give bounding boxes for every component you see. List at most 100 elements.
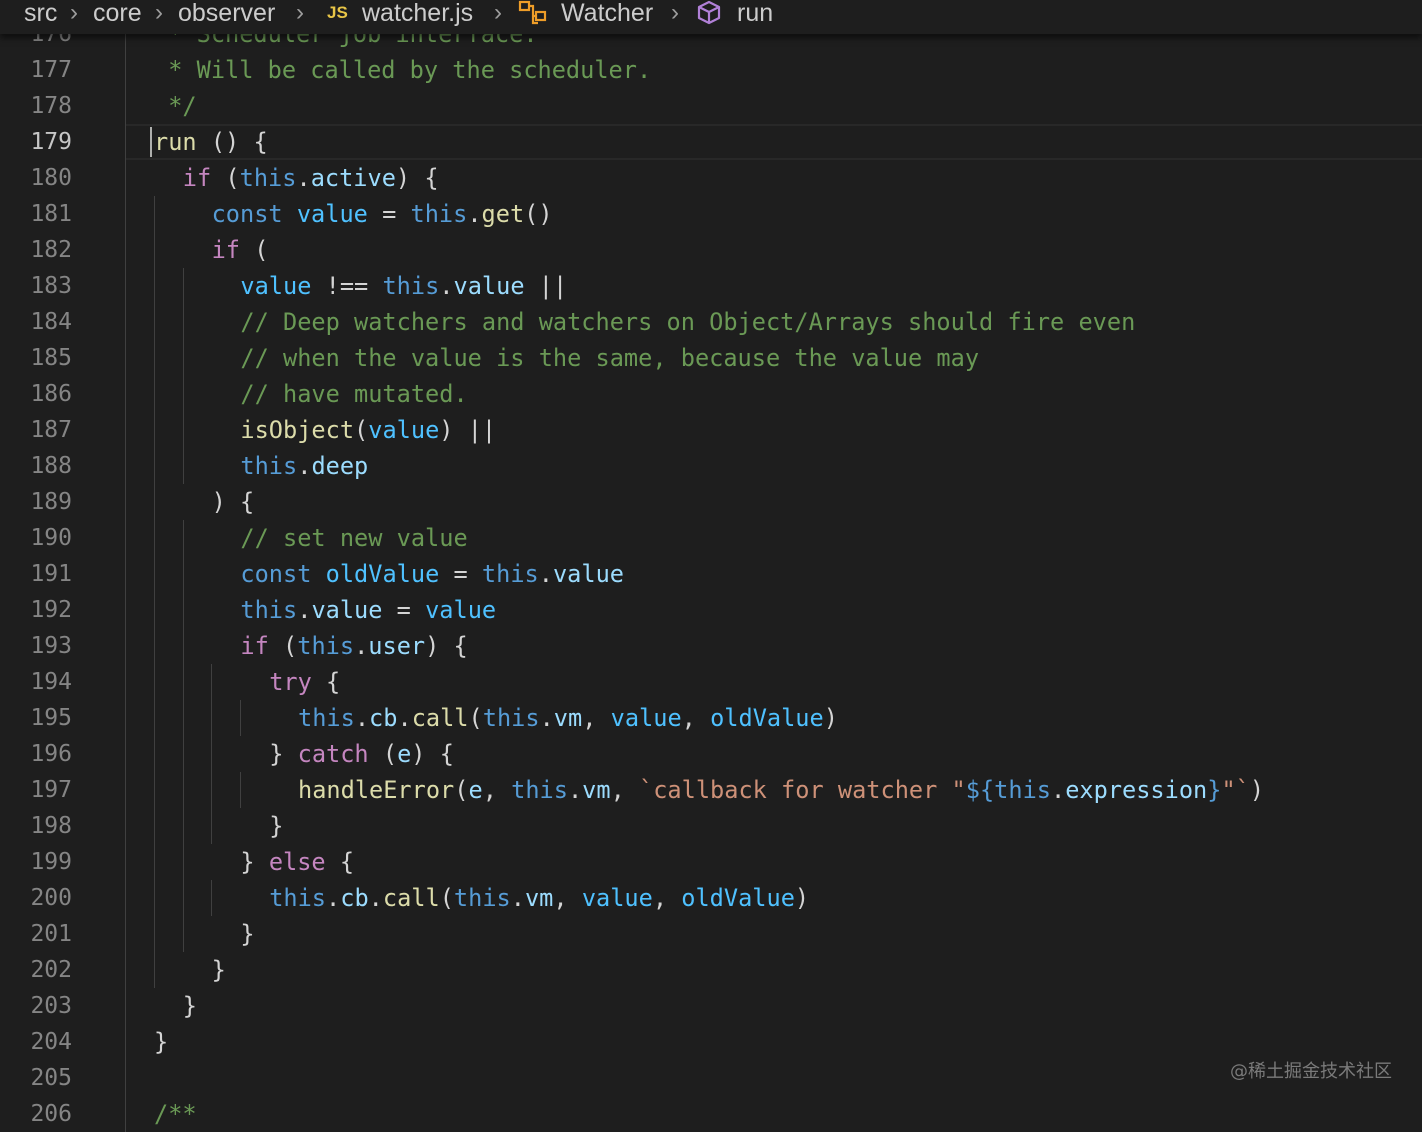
code-line[interactable]: 189) { xyxy=(0,484,1422,520)
breadcrumb-item-core[interactable]: core xyxy=(93,0,142,29)
line-number: 195 xyxy=(30,705,72,731)
chevron-right-icon: › xyxy=(494,0,502,26)
breadcrumb-item-watcher-js[interactable]: watcher.js xyxy=(362,0,473,29)
line-code: if ( xyxy=(212,232,269,268)
code-token: ( xyxy=(354,416,369,444)
code-line[interactable]: 191 const oldValue = this.value xyxy=(0,556,1422,592)
code-line[interactable]: 190 // set new value xyxy=(0,520,1422,556)
line-code: if (this.active) { xyxy=(183,160,439,196)
line-number: 200 xyxy=(30,885,72,911)
code-token: } xyxy=(182,992,198,1020)
line-code: isObject(value) || xyxy=(240,412,496,448)
breadcrumb-item-observer[interactable]: observer xyxy=(178,0,275,29)
js-file-icon: JS xyxy=(327,3,348,22)
code-line[interactable]: 188 this.deep xyxy=(0,448,1422,484)
watermark: @稀土掘金技术社区 xyxy=(1230,1061,1392,1082)
code-token: e xyxy=(468,776,483,804)
indent-guide xyxy=(211,664,213,844)
line-number: 187 xyxy=(30,417,72,443)
code-token: . xyxy=(326,884,341,912)
code-token: { xyxy=(325,848,355,876)
breadcrumb-item-watcher-class[interactable]: Watcher xyxy=(561,0,653,29)
code-token: oldValue xyxy=(681,884,795,912)
code-line[interactable]: 192 this.value = value xyxy=(0,592,1422,628)
line-number: 184 xyxy=(30,309,72,335)
indent-guide xyxy=(211,880,213,916)
code-line[interactable]: 201} xyxy=(0,916,1422,952)
code-editor[interactable]: 176 * Scheduler job interface. 177 * Will… xyxy=(0,0,1422,1132)
code-token: // Deep watchers and watchers on Object/… xyxy=(240,308,1136,336)
code-token: , xyxy=(553,884,582,912)
code-token: active xyxy=(310,164,396,192)
code-line[interactable]: 193 if (this.user) { xyxy=(0,628,1422,664)
code-token: this xyxy=(481,560,539,588)
code-line[interactable]: 180 if (this.active) { xyxy=(0,160,1422,196)
code-line[interactable]: 177 * Will be called by the scheduler. xyxy=(0,52,1422,88)
code-line[interactable]: 185 // when the value is the same, becaus… xyxy=(0,340,1422,376)
line-number: 186 xyxy=(30,381,72,407)
code-token: if xyxy=(240,632,269,660)
chevron-right-icon: › xyxy=(296,0,304,26)
line-code: if (this.user) { xyxy=(240,628,467,664)
code-line[interactable]: 181 const value = this.get() xyxy=(0,196,1422,232)
code-line[interactable]: 203} xyxy=(0,988,1422,1024)
line-number: 182 xyxy=(30,237,72,263)
line-number: 204 xyxy=(30,1029,72,1055)
code-token: "` xyxy=(1221,776,1250,804)
code-token: . xyxy=(354,704,370,732)
code-token: . xyxy=(297,596,312,624)
code-line[interactable]: 187 isObject(value) || xyxy=(0,412,1422,448)
line-number: 190 xyxy=(30,525,72,551)
code-token: = xyxy=(367,200,411,228)
code-token: deep xyxy=(311,452,369,480)
code-line[interactable]: 195 this.cb.call(this.vm, value, oldValue… xyxy=(0,700,1422,736)
code-token: this xyxy=(269,884,327,912)
line-code: } xyxy=(212,952,226,988)
code-token: handleError xyxy=(298,776,455,804)
line-code: * Will be called by the scheduler. xyxy=(154,52,651,88)
code-token: , xyxy=(582,704,611,732)
chevron-right-icon: › xyxy=(155,0,163,26)
line-number: 201 xyxy=(30,921,72,947)
code-line[interactable]: 204} xyxy=(0,1024,1422,1060)
code-line[interactable]: 184 // Deep watchers and watchers on Obje… xyxy=(0,304,1422,340)
line-code: const value = this.get() xyxy=(212,196,553,232)
code-token: !== xyxy=(311,272,383,300)
code-line[interactable]: 198} xyxy=(0,808,1422,844)
code-line[interactable]: 197 handleError(e, this.vm, `callback for… xyxy=(0,772,1422,808)
code-line[interactable]: 194 try { xyxy=(0,664,1422,700)
code-token: value xyxy=(368,416,440,444)
breadcrumb-item-run[interactable]: run xyxy=(737,0,773,29)
code-token: call xyxy=(411,704,469,732)
code-line[interactable]: 186 // have mutated. xyxy=(0,376,1422,412)
code-line[interactable]: 183 value !== this.value || xyxy=(0,268,1422,304)
code-token: value xyxy=(610,704,682,732)
code-token: } xyxy=(1207,776,1222,804)
code-token: cb xyxy=(369,704,398,732)
code-line[interactable]: 202} xyxy=(0,952,1422,988)
line-code: } xyxy=(240,916,254,952)
code-line[interactable]: 199} else { xyxy=(0,844,1422,880)
line-code: // when the value is the same, because t… xyxy=(240,340,979,376)
code-token: this xyxy=(240,452,298,480)
line-code: } else { xyxy=(240,844,354,880)
code-line[interactable]: 200 this.cb.call(this.vm, value, oldValue… xyxy=(0,880,1422,916)
code-line[interactable]: 206 /** xyxy=(0,1096,1422,1132)
line-number: 191 xyxy=(30,561,72,587)
code-line[interactable]: 196} catch (e) { xyxy=(0,736,1422,772)
code-token: . xyxy=(510,884,525,912)
code-token: ) { xyxy=(395,164,439,192)
code-line[interactable]: 179 run () { xyxy=(0,124,1422,160)
code-token: const xyxy=(211,200,283,228)
line-code: this.deep xyxy=(240,448,368,484)
code-line[interactable]: 182 if ( xyxy=(0,232,1422,268)
line-code: /** xyxy=(154,1096,197,1132)
line-number: 202 xyxy=(30,957,72,983)
breadcrumb-item-src[interactable]: src xyxy=(24,0,57,29)
code-line[interactable]: 205 xyxy=(0,1060,1422,1096)
line-code: run () { xyxy=(154,124,268,160)
line-number: 177 xyxy=(30,57,72,83)
indent-guide xyxy=(182,268,184,484)
line-number: 183 xyxy=(30,273,72,299)
code-line[interactable]: 178 */ xyxy=(0,88,1422,124)
